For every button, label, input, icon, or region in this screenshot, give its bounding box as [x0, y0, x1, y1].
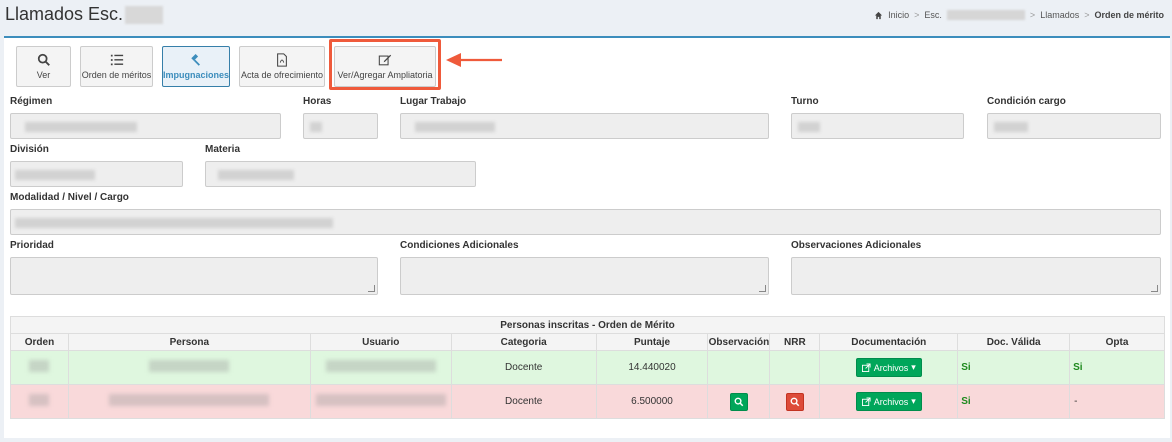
- breadcrumb-home[interactable]: Inicio: [888, 10, 909, 20]
- column-header: NRR: [769, 333, 821, 351]
- column-header: Opta: [1069, 333, 1165, 351]
- archivos-dropdown-button[interactable]: Archivos ▾: [855, 358, 922, 377]
- horas-label: Horas: [303, 96, 332, 107]
- redacted-title: [125, 6, 164, 25]
- column-header: Documentación: [819, 333, 959, 351]
- breadcrumb-school[interactable]: Esc.: [924, 10, 942, 20]
- persona-cell: [67, 384, 311, 419]
- arrow-left-icon: [446, 53, 502, 67]
- orden-de-meritos-button[interactable]: Orden de méritos: [80, 46, 153, 87]
- caret-down-icon: ▾: [911, 362, 916, 372]
- condiciones-adicionales-textarea[interactable]: [400, 257, 769, 295]
- column-header: Persona: [67, 333, 311, 351]
- categoria-cell: Docente: [450, 350, 597, 385]
- gavel-icon: [191, 53, 200, 66]
- puntaje-cell: 14.440020: [595, 350, 709, 385]
- table-caption: Personas inscritas - Orden de Mérito: [10, 316, 1165, 334]
- impugnaciones-button[interactable]: Impugnaciones: [162, 46, 230, 87]
- modalidad-field[interactable]: [10, 209, 1161, 235]
- breadcrumb: Inicio > Esc. > Llamados > Orden de méri…: [874, 10, 1164, 20]
- breadcrumb-separator: >: [1084, 10, 1090, 20]
- page-title: Llamados Esc.: [5, 4, 164, 25]
- breadcrumb-llamados[interactable]: Llamados: [1040, 10, 1079, 20]
- search-icon: [734, 397, 744, 406]
- regimen-label: Régimen: [10, 96, 53, 107]
- prioridad-textarea[interactable]: [10, 257, 378, 295]
- column-header: Orden: [10, 333, 69, 351]
- column-header: Observación: [707, 333, 771, 351]
- breadcrumb-separator: >: [914, 10, 920, 20]
- highlight-box: [329, 39, 441, 90]
- home-icon: [875, 11, 883, 19]
- observacion-cell: [707, 350, 771, 385]
- materia-label: Materia: [205, 144, 241, 155]
- condicion-cargo-field[interactable]: [987, 113, 1161, 139]
- search-icon: [37, 53, 50, 66]
- observacion-search-button[interactable]: [729, 392, 748, 411]
- turno-field[interactable]: [791, 113, 964, 139]
- resize-handle-icon[interactable]: [1151, 285, 1158, 292]
- nrr-cell: [769, 384, 821, 419]
- breadcrumb-separator: >: [1029, 10, 1036, 20]
- orden-merito-table: Personas inscritas - Orden de Mérito Ord…: [10, 316, 1165, 419]
- nrr-cell: [769, 350, 821, 385]
- opta-cell: -: [1069, 384, 1165, 419]
- column-header: Categoria: [450, 333, 597, 351]
- condicion-cargo-label: Condición cargo: [987, 96, 1066, 107]
- doc-valida-cell: Si: [957, 350, 1071, 385]
- division-field[interactable]: [10, 161, 183, 187]
- pdf-file-icon: [277, 53, 287, 67]
- documentacion-cell: Archivos ▾: [819, 350, 959, 385]
- regimen-field[interactable]: [10, 113, 281, 139]
- column-header: Doc. Válida: [957, 333, 1071, 351]
- lugar-trabajo-label: Lugar Trabajo: [400, 96, 467, 107]
- table-row: Docente 14.440020 Archivos ▾ Si Si: [10, 350, 1165, 385]
- opta-cell: Si: [1069, 350, 1165, 385]
- page-header: Llamados Esc. Inicio > Esc. > Llamados >…: [0, 0, 1172, 36]
- orden-cell: [10, 384, 69, 419]
- prioridad-label: Prioridad: [10, 240, 54, 251]
- division-label: División: [10, 144, 49, 155]
- resize-handle-icon[interactable]: [368, 285, 375, 292]
- orden-cell: [10, 350, 69, 385]
- usuario-cell: [309, 384, 452, 419]
- redacted-school: [946, 10, 1025, 20]
- observaciones-adicionales-textarea[interactable]: [791, 257, 1161, 295]
- horas-field[interactable]: [303, 113, 378, 139]
- external-link-icon: [861, 363, 871, 372]
- usuario-cell: [309, 350, 452, 385]
- lugar-trabajo-field[interactable]: [400, 113, 769, 139]
- persona-cell: [67, 350, 311, 385]
- acta-de-ofrecimiento-button[interactable]: Acta de ofrecimiento: [239, 46, 325, 87]
- nrr-search-button[interactable]: [785, 392, 804, 411]
- column-header: Usuario: [309, 333, 452, 351]
- condiciones-adicionales-label: Condiciones Adicionales: [400, 240, 519, 251]
- modalidad-label: Modalidad / Nivel / Cargo: [10, 192, 129, 203]
- external-link-icon: [861, 397, 871, 406]
- breadcrumb-current: Orden de mérito: [1094, 10, 1164, 20]
- content-box: Ver Orden de méritos Impugnaciones Acta …: [4, 36, 1170, 438]
- observacion-cell: [707, 384, 771, 419]
- documentacion-cell: Archivos ▾: [819, 384, 959, 419]
- puntaje-cell: 6.500000: [595, 384, 709, 419]
- column-header: Puntaje: [595, 333, 709, 351]
- ver-button[interactable]: Ver: [16, 46, 71, 87]
- archivos-dropdown-button[interactable]: Archivos ▾: [855, 392, 922, 411]
- categoria-cell: Docente: [450, 384, 597, 419]
- table-row: Docente 6.500000 Archivos ▾ Si -: [10, 384, 1165, 419]
- turno-label: Turno: [791, 96, 819, 107]
- resize-handle-icon[interactable]: [759, 285, 766, 292]
- list-ordered-icon: [110, 54, 123, 66]
- materia-field[interactable]: [205, 161, 476, 187]
- search-icon: [790, 397, 800, 406]
- observaciones-adicionales-label: Observaciones Adicionales: [791, 240, 922, 251]
- caret-down-icon: ▾: [911, 396, 916, 406]
- doc-valida-cell: Si: [957, 384, 1071, 419]
